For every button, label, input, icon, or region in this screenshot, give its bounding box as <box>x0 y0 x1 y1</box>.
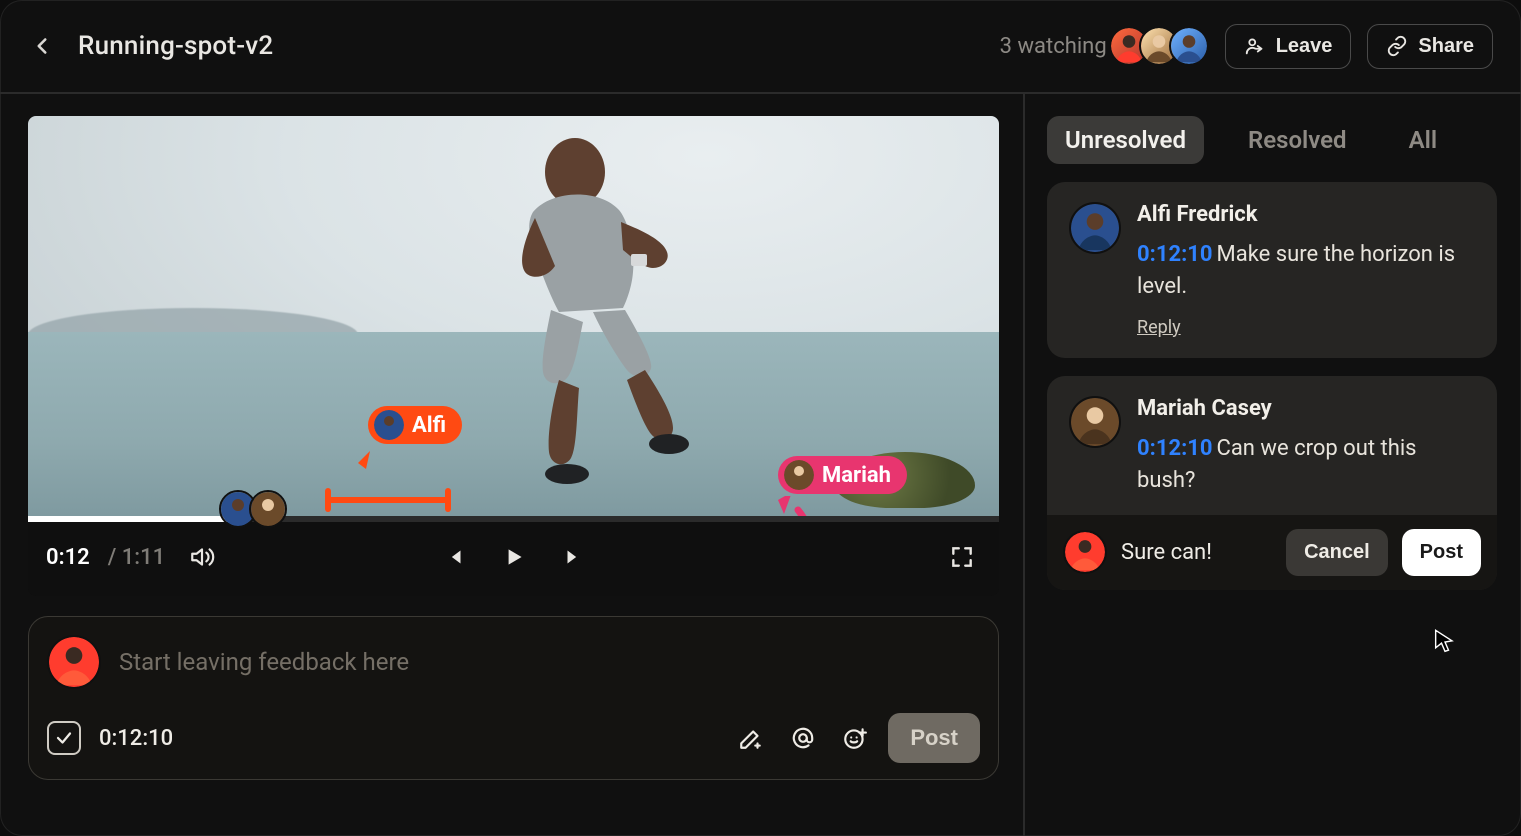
volume-icon <box>189 544 215 570</box>
reply-input[interactable]: Sure can! <box>1121 540 1272 565</box>
pencil-icon <box>738 725 764 751</box>
check-icon <box>55 729 73 747</box>
reply-link[interactable]: Reply <box>1137 317 1181 338</box>
annotation-alfi-label: Alfi <box>412 413 446 438</box>
share-button[interactable]: Share <box>1367 24 1493 69</box>
reply-composer: Sure can! Cancel Post <box>1047 515 1497 590</box>
back-button[interactable] <box>28 32 56 60</box>
time-current: 0:12 <box>46 545 90 570</box>
comment-body: 0:12:10Make sure the horizon is level. <box>1137 239 1475 303</box>
leave-icon <box>1244 35 1266 57</box>
header: Running-spot-v2 3 watching Leave Share <box>0 0 1521 94</box>
feedback-post-button[interactable]: Post <box>888 713 980 763</box>
avatar <box>1069 202 1121 254</box>
avatar <box>784 460 814 490</box>
step-forward-icon <box>561 544 587 570</box>
watching-label: 3 watching <box>1000 34 1107 59</box>
feedback-input[interactable]: Start leaving feedback here <box>119 648 980 676</box>
volume-button[interactable] <box>183 538 221 576</box>
avatar <box>47 635 101 689</box>
next-frame-button[interactable] <box>555 538 593 576</box>
annotation-pink-drawing <box>758 496 878 516</box>
comment-timestamp[interactable]: 0:12:10 <box>1137 436 1213 461</box>
main: Alfi Mariah <box>0 94 1521 836</box>
comments-tabs: Unresolved Resolved All <box>1047 116 1497 164</box>
video-card: Alfi Mariah <box>28 116 999 596</box>
app-window: Running-spot-v2 3 watching Leave Share <box>0 0 1521 836</box>
comment-timestamp[interactable]: 0:12:10 <box>1137 242 1213 267</box>
annotation-mariah-label: Mariah <box>822 463 891 488</box>
comments-panel: Unresolved Resolved All Alfi Fredrick 0:… <box>1025 94 1521 836</box>
play-icon <box>501 544 527 570</box>
step-back-icon <box>441 544 467 570</box>
watching-avatars <box>1119 26 1209 66</box>
leave-button[interactable]: Leave <box>1225 24 1352 69</box>
annotation-tag-alfi[interactable]: Alfi <box>368 406 462 444</box>
prev-frame-button[interactable] <box>435 538 473 576</box>
mention-button[interactable] <box>784 719 822 757</box>
comment-thread[interactable]: Mariah Casey 0:12:10Can we crop out this… <box>1047 376 1497 590</box>
chevron-left-icon <box>29 33 55 59</box>
feedback-timestamp: 0:12:10 <box>99 726 173 751</box>
tab-resolved[interactable]: Resolved <box>1230 116 1365 164</box>
comment-author: Mariah Casey <box>1137 396 1475 421</box>
comment-author: Alfi Fredrick <box>1137 202 1475 227</box>
share-label: Share <box>1418 35 1474 58</box>
emoji-button[interactable] <box>836 719 874 757</box>
left-pane: Alfi Mariah <box>0 94 1025 836</box>
comment-body: 0:12:10Can we crop out this bush? <box>1137 433 1475 497</box>
video-frame[interactable]: Alfi Mariah <box>28 116 999 516</box>
at-icon <box>790 725 816 751</box>
avatar <box>1063 530 1107 574</box>
leave-label: Leave <box>1276 35 1333 58</box>
link-icon <box>1386 35 1408 57</box>
mouse-cursor-icon <box>1431 628 1459 656</box>
avatar <box>1069 396 1121 448</box>
comment-thread[interactable]: Alfi Fredrick 0:12:10Make sure the horiz… <box>1047 182 1497 358</box>
tab-all[interactable]: All <box>1391 116 1456 164</box>
page-title: Running-spot-v2 <box>78 31 273 61</box>
avatar <box>1169 26 1209 66</box>
annotation-orange-drawing <box>318 451 478 516</box>
fullscreen-icon <box>949 544 975 570</box>
avatar <box>374 410 404 440</box>
post-button[interactable]: Post <box>1402 529 1481 576</box>
timestamp-checkbox[interactable] <box>47 721 81 755</box>
annotation-tag-mariah[interactable]: Mariah <box>778 456 907 494</box>
cancel-button[interactable]: Cancel <box>1286 529 1388 576</box>
tab-unresolved[interactable]: Unresolved <box>1047 116 1204 164</box>
time-duration: / 1:11 <box>108 545 165 570</box>
play-button[interactable] <box>495 538 533 576</box>
video-subject-runner <box>455 132 715 516</box>
fullscreen-button[interactable] <box>943 538 981 576</box>
emoji-plus-icon <box>842 725 868 751</box>
watching-indicator: 3 watching <box>1000 26 1209 66</box>
draw-tool-button[interactable] <box>732 719 770 757</box>
feedback-composer: Start leaving feedback here 0:12:10 Post <box>28 616 999 780</box>
video-controls: 0:12 / 1:11 <box>28 522 999 596</box>
